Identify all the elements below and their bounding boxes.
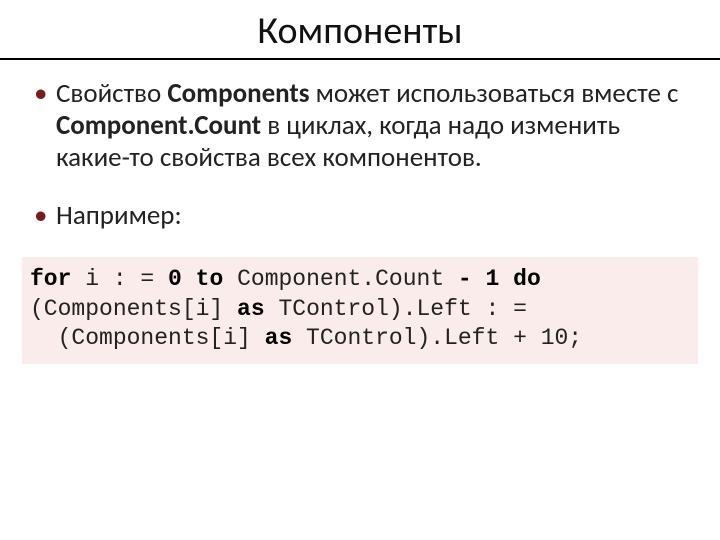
kw-as-1: as (237, 296, 265, 322)
code-l2c: TControl).Left : = (265, 296, 527, 322)
code-l2a: (Components[i] (30, 296, 237, 322)
bullet-list: Свойство Components может использоваться… (30, 78, 690, 231)
num-0: 0 (168, 266, 182, 292)
bullet1-t1: Свойство (56, 77, 167, 110)
code-block: for i : = 0 to Component.Count - 1 do (C… (22, 257, 698, 363)
code-l3c: TControl).Left + 10; (292, 325, 582, 351)
code-l1e: Component.Count (223, 266, 458, 292)
slide-title: Компоненты (30, 8, 690, 54)
code-l1b: i : = (71, 266, 168, 292)
bullet1-b1: Components (167, 77, 309, 110)
bullet-1: Свойство Components может использоваться… (32, 78, 690, 174)
code-l3a: (Components[i] (30, 325, 265, 351)
bullet1-b2: Component.Count (56, 109, 261, 142)
bullet-2: Например: (32, 200, 690, 232)
kw-do: do (499, 266, 540, 292)
kw-as-2: as (265, 325, 293, 351)
kw-to: to (182, 266, 223, 292)
title-divider (0, 58, 720, 60)
minus-1: - 1 (458, 266, 499, 292)
kw-for: for (30, 266, 71, 292)
bullet1-t2: может использоваться вместе с (310, 77, 679, 110)
